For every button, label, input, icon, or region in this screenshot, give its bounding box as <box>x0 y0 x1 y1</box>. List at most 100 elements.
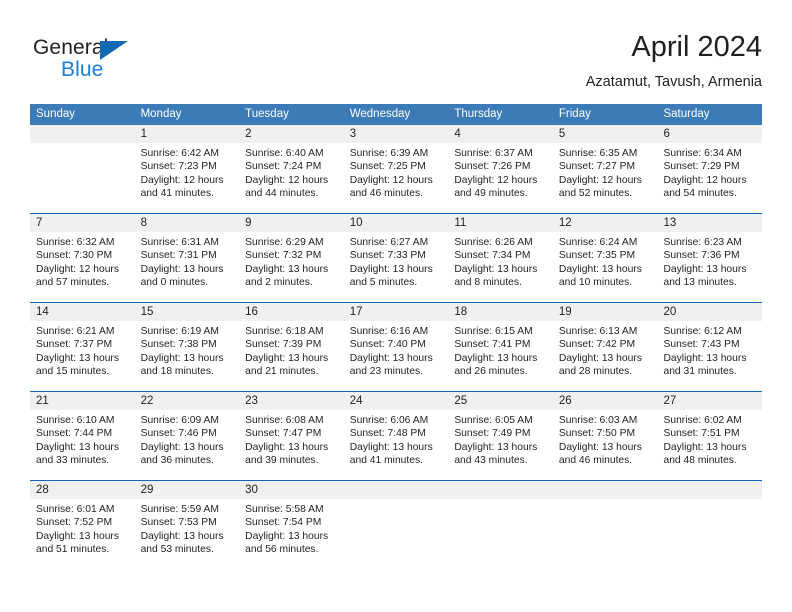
page-header: General Blue April 2024 Azatamut, Tavush… <box>0 0 792 100</box>
day-number[interactable]: 25 <box>448 392 553 410</box>
day-number[interactable]: 2 <box>239 125 344 143</box>
day-cell[interactable]: Sunrise: 6:26 AM Sunset: 7:34 PM Daylight:… <box>448 232 553 302</box>
day-detail-line: Sunrise: 6:26 AM <box>454 237 533 248</box>
day-cell[interactable]: Sunrise: 6:42 AM Sunset: 7:23 PM Daylight:… <box>135 143 240 213</box>
day-cell[interactable]: Sunrise: 6:40 AM Sunset: 7:24 PM Daylight:… <box>239 143 344 213</box>
day-number[interactable]: 4 <box>448 125 553 143</box>
day-cell[interactable]: Sunrise: 6:24 AM Sunset: 7:35 PM Daylight:… <box>553 232 658 302</box>
day-detail-line: and 26 minutes. <box>454 366 528 378</box>
calendar-weeks: 1 2 3 4 5 6 Sunrise: 6:42 AM Sunset: 7:23 PM Day… <box>30 125 762 569</box>
day-number[interactable]: 30 <box>239 481 344 499</box>
day-number[interactable]: 7 <box>30 214 135 232</box>
day-detail-line: Daylight: 13 hours <box>36 441 119 453</box>
day-number-band: 28 29 30 <box>30 481 762 499</box>
day-cell[interactable]: Sunrise: 6:15 AM Sunset: 7:41 PM Daylight:… <box>448 321 553 391</box>
day-detail-line: Sunrise: 6:32 AM <box>36 237 115 248</box>
weekday-header-tuesday: Tuesday <box>245 108 289 120</box>
day-number[interactable]: 19 <box>553 303 658 321</box>
day-number-band: 7 8 9 10 11 12 13 <box>30 214 762 232</box>
day-detail-line: Sunrise: 6:24 AM <box>558 237 638 248</box>
day-cell[interactable]: Sunrise: 6:05 AM Sunset: 7:49 PM Daylight:… <box>448 410 553 480</box>
day-cell[interactable]: Sunrise: 6:32 AM Sunset: 7:30 PM Daylight:… <box>30 232 135 302</box>
day-detail-line: Sunrise: 6:39 AM <box>349 148 429 159</box>
day-number[interactable]: 10 <box>344 214 449 232</box>
day-number[interactable]: 16 <box>239 303 344 321</box>
day-cell[interactable]: Sunrise: 6:21 AM Sunset: 7:37 PM Daylight:… <box>30 321 135 391</box>
day-cell[interactable]: Sunrise: 6:35 AM Sunset: 7:27 PM Daylight:… <box>553 143 658 213</box>
page-subtitle: Azatamut, Tavush, Armenia <box>585 74 762 90</box>
day-detail-line: and 41 minutes. <box>140 188 214 200</box>
day-detail-line: and 46 minutes. <box>558 455 633 467</box>
day-detail-line: Daylight: 13 hours <box>140 352 224 364</box>
day-number[interactable]: 3 <box>344 125 449 143</box>
day-cell[interactable]: Sunrise: 6:06 AM Sunset: 7:48 PM Daylight:… <box>344 410 449 480</box>
day-number[interactable]: 15 <box>135 303 240 321</box>
day-cell[interactable]: Sunrise: 6:09 AM Sunset: 7:46 PM Daylight:… <box>135 410 240 480</box>
day-detail-line: and 53 minutes. <box>140 544 214 556</box>
day-cell[interactable]: Sunrise: 6:02 AM Sunset: 7:51 PM Daylight:… <box>657 410 762 480</box>
day-detail-line: Sunset: 7:25 PM <box>349 161 426 173</box>
weekday-header-sunday: Sunday <box>36 108 76 120</box>
day-detail-line: Daylight: 12 hours <box>558 174 642 186</box>
day-cell[interactable]: Sunrise: 5:58 AM Sunset: 7:54 PM Daylight:… <box>239 499 344 569</box>
day-detail-line: and 52 minutes. <box>558 188 633 200</box>
day-cell[interactable]: Sunrise: 6:08 AM Sunset: 7:47 PM Daylight:… <box>239 410 344 480</box>
day-cell[interactable]: Sunrise: 6:34 AM Sunset: 7:29 PM Daylight:… <box>657 143 762 213</box>
day-number[interactable]: 13 <box>657 214 762 232</box>
day-cell[interactable]: Sunrise: 6:39 AM Sunset: 7:25 PM Daylight:… <box>344 143 449 213</box>
day-detail-line: and 2 minutes. <box>245 277 313 289</box>
day-number[interactable]: 24 <box>344 392 449 410</box>
day-cell[interactable]: Sunrise: 6:12 AM Sunset: 7:43 PM Daylight:… <box>657 321 762 391</box>
day-cell[interactable]: Sunrise: 6:18 AM Sunset: 7:39 PM Daylight:… <box>239 321 344 391</box>
day-number[interactable]: 29 <box>135 481 240 499</box>
day-number[interactable]: 1 <box>135 125 240 143</box>
day-number-band: 21 22 23 24 25 26 27 <box>30 392 762 410</box>
day-cell[interactable]: Sunrise: 6:03 AM Sunset: 7:50 PM Daylight:… <box>553 410 658 480</box>
day-detail-line: Daylight: 13 hours <box>140 530 224 542</box>
day-number[interactable]: 21 <box>30 392 135 410</box>
day-cell[interactable]: Sunrise: 6:23 AM Sunset: 7:36 PM Daylight:… <box>657 232 762 302</box>
day-detail-line: and 8 minutes. <box>454 277 522 289</box>
day-cell-empty <box>344 499 449 569</box>
day-number[interactable]: 26 <box>553 392 658 410</box>
day-detail-line: Sunset: 7:26 PM <box>454 161 531 173</box>
day-detail-band: Sunrise: 6:10 AM Sunset: 7:44 PM Daylight:… <box>30 410 762 480</box>
day-number[interactable]: 20 <box>657 303 762 321</box>
day-number[interactable]: 23 <box>239 392 344 410</box>
day-cell[interactable]: Sunrise: 6:37 AM Sunset: 7:26 PM Daylight:… <box>448 143 553 213</box>
logo-text-blue: Blue <box>61 58 104 81</box>
logo-triangle-icon <box>100 41 128 60</box>
day-cell[interactable]: Sunrise: 5:59 AM Sunset: 7:53 PM Daylight:… <box>135 499 240 569</box>
day-number[interactable]: 17 <box>344 303 449 321</box>
day-cell[interactable]: Sunrise: 6:27 AM Sunset: 7:33 PM Daylight:… <box>344 232 449 302</box>
day-number-empty <box>344 481 449 499</box>
day-cell[interactable]: Sunrise: 6:19 AM Sunset: 7:38 PM Daylight:… <box>135 321 240 391</box>
day-detail-line: Sunset: 7:41 PM <box>454 339 531 351</box>
day-detail-line: Sunrise: 5:58 AM <box>245 504 324 515</box>
day-number[interactable]: 9 <box>239 214 344 232</box>
day-number[interactable]: 6 <box>657 125 762 143</box>
day-detail-line: Sunrise: 6:08 AM <box>245 415 324 426</box>
day-number[interactable]: 12 <box>553 214 658 232</box>
day-detail-line: Sunset: 7:46 PM <box>140 428 217 440</box>
day-detail-line: Daylight: 13 hours <box>558 263 642 275</box>
day-number[interactable]: 22 <box>135 392 240 410</box>
day-cell[interactable]: Sunrise: 6:13 AM Sunset: 7:42 PM Daylight:… <box>553 321 658 391</box>
day-cell[interactable]: Sunrise: 6:31 AM Sunset: 7:31 PM Daylight:… <box>135 232 240 302</box>
day-cell[interactable]: Sunrise: 6:01 AM Sunset: 7:52 PM Daylight:… <box>30 499 135 569</box>
day-cell[interactable]: Sunrise: 6:29 AM Sunset: 7:32 PM Daylight:… <box>239 232 344 302</box>
day-number[interactable]: 28 <box>30 481 135 499</box>
day-number-empty <box>30 125 135 143</box>
day-number[interactable]: 14 <box>30 303 135 321</box>
day-number[interactable]: 5 <box>553 125 658 143</box>
day-detail-line: Sunset: 7:51 PM <box>663 428 740 440</box>
day-number-empty <box>553 481 658 499</box>
day-detail-line: Daylight: 12 hours <box>140 174 224 186</box>
general-blue-logo: General Blue <box>33 36 213 86</box>
day-number[interactable]: 11 <box>448 214 553 232</box>
day-number[interactable]: 18 <box>448 303 553 321</box>
day-cell[interactable]: Sunrise: 6:10 AM Sunset: 7:44 PM Daylight:… <box>30 410 135 480</box>
day-number[interactable]: 27 <box>657 392 762 410</box>
day-number[interactable]: 8 <box>135 214 240 232</box>
day-cell[interactable]: Sunrise: 6:16 AM Sunset: 7:40 PM Daylight:… <box>344 321 449 391</box>
